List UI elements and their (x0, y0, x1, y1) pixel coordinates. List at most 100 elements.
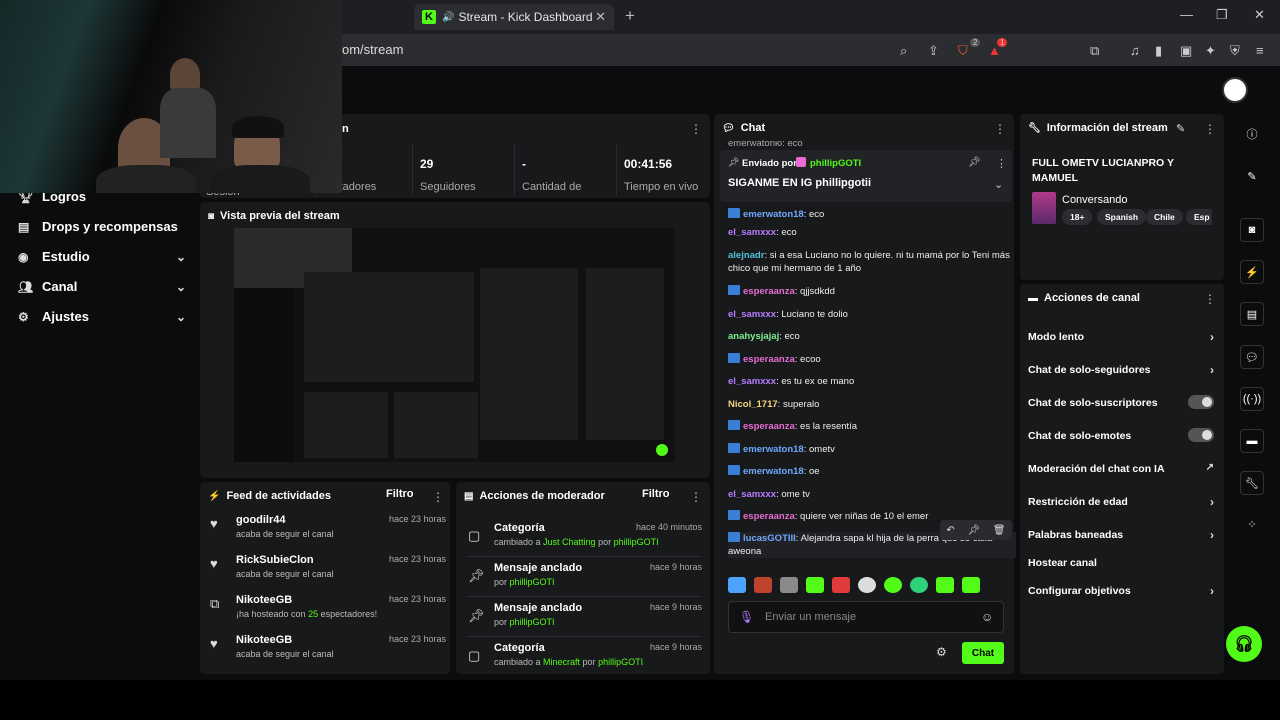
chat-username[interactable]: emerwaton18 (743, 444, 804, 455)
action-host-channel[interactable]: Hostear canal (1028, 557, 1214, 569)
chat-message[interactable]: esperaanza: ecoo (728, 353, 1016, 366)
close-window-icon[interactable]: ✕ (1254, 7, 1265, 23)
category-thumbnail[interactable] (1032, 192, 1056, 224)
emotes-only-toggle[interactable] (1188, 428, 1214, 442)
nav-item-canal[interactable]: 👥︎ Canal ⌄ (18, 279, 186, 294)
zoom-icon[interactable]: ⌕ (900, 43, 907, 59)
url-text[interactable]: om/stream (342, 42, 403, 57)
chat-message[interactable]: alejnadr: si a esa Luciano no lo quiere.… (728, 249, 1016, 275)
chat-username[interactable]: alejnadr (728, 250, 764, 261)
emoji-icon[interactable]: ☺ (981, 610, 993, 624)
chat-message[interactable]: Nicol_1717: superalo (728, 398, 1016, 411)
emote-icon[interactable] (962, 577, 980, 593)
edit-icon[interactable]: ✎ (1240, 164, 1264, 188)
chat-username[interactable]: el_samxxx (728, 309, 776, 320)
action-slow-mode[interactable]: Modo lento › (1028, 330, 1214, 344)
kebab-menu-icon[interactable]: ⋮ (994, 122, 1006, 136)
chat-message[interactable]: esperaanza: es la resentía (728, 420, 1016, 433)
help-headset-button[interactable]: 🎧︎ (1226, 626, 1262, 662)
activity-filter-button[interactable]: Filtro (386, 488, 414, 500)
camera-icon[interactable]: ◙ (1240, 218, 1264, 242)
category-name[interactable]: Conversando (1062, 194, 1127, 206)
activity-user[interactable]: NikoteeGB (236, 594, 292, 606)
activity-user[interactable]: RickSubieClon (236, 554, 314, 566)
browser-tab[interactable]: K 🔊 Stream - Kick Dashboard ✕ (414, 4, 614, 30)
chevron-down-icon[interactable]: ⌄ (994, 178, 1003, 191)
leo-icon[interactable]: ✦ (1205, 43, 1216, 59)
chat-username[interactable]: emerwaton18 (743, 466, 804, 477)
subscribers-only-toggle[interactable] (1188, 395, 1214, 409)
nav-item-ajustes[interactable]: ⚙ Ajustes ⌄ (18, 309, 186, 324)
emote-icon[interactable] (858, 577, 876, 593)
stream-preview-video[interactable] (234, 228, 675, 462)
moderator-filter-button[interactable]: Filtro (642, 488, 670, 500)
chat-username[interactable]: lucasGOTIII (743, 533, 796, 544)
share-icon[interactable]: ⇪ (928, 43, 939, 59)
pin-icon[interactable]: 📌︎ (967, 525, 980, 536)
brave-shield-icon[interactable]: ⛉ (958, 43, 968, 59)
chat-message[interactable]: el_samxxx: es tu ex oe mano (728, 375, 1016, 388)
music-icon[interactable]: ♫ (1130, 43, 1140, 58)
mod-desc-category[interactable]: Just Chatting (543, 537, 596, 547)
lightning-icon[interactable]: ⚡ (1240, 260, 1264, 284)
chat-username[interactable]: anahysjajaj (728, 331, 779, 342)
mod-desc-user[interactable]: phillipGOTI (598, 657, 643, 667)
minimize-icon[interactable]: — (1180, 7, 1193, 22)
reply-icon[interactable]: ↶ (946, 525, 954, 536)
pinned-by-user[interactable]: phillipGOTI (810, 158, 861, 169)
chat-message[interactable]: emerwaton18: ometv (728, 443, 1016, 456)
tag[interactable]: 18+ (1062, 209, 1093, 225)
window-icon[interactable]: ▬ (1240, 429, 1264, 453)
wrench-icon[interactable]: 🔧︎ (1240, 471, 1264, 495)
chat-username[interactable]: el_samxxx (728, 376, 776, 387)
chat-username[interactable]: esperaanza (743, 354, 795, 365)
action-age-restriction[interactable]: Restricción de edad › (1028, 495, 1214, 509)
sidebar-icon[interactable]: ▮ (1155, 43, 1162, 59)
user-avatar[interactable] (1222, 77, 1248, 103)
chat-message[interactable]: emerwaton18: oe (728, 465, 1016, 478)
screenshot-icon[interactable]: ⧉ (1090, 43, 1099, 59)
unpin-icon[interactable]: 📌︎ (968, 157, 981, 168)
chat-message[interactable]: el_samxxx: Luciano te dolio (728, 308, 1016, 321)
chat-username[interactable]: esperaanza (743, 286, 795, 297)
maximize-icon[interactable]: ❐ (1216, 7, 1228, 23)
chat-username[interactable]: el_samxxx (728, 227, 776, 238)
chat-username[interactable]: esperaanza (743, 511, 795, 522)
chat-input[interactable]: 🎙︎ Enviar un mensaje ☺ (728, 601, 1004, 633)
chat-message[interactable]: anahysjajaj: eco (728, 330, 1016, 343)
nav-item-estudio[interactable]: ◉ Estudio ⌄ (18, 249, 186, 264)
chat-username[interactable]: Nicol_1717 (728, 399, 778, 410)
mod-desc-user[interactable]: phillipGOTI (510, 617, 555, 627)
settings-gear-icon[interactable]: ⚙ (936, 645, 947, 659)
kebab-menu-icon[interactable]: ⋮ (690, 122, 702, 136)
apps-icon[interactable]: ⁘ (1240, 512, 1264, 536)
chat-message[interactable]: esperaanza: qjjsdkdd (728, 285, 1016, 298)
activity-user[interactable]: goodilr44 (236, 514, 286, 526)
tag[interactable]: Chile (1146, 209, 1183, 225)
edit-icon[interactable]: ✎ (1176, 122, 1185, 135)
emote-icon[interactable] (806, 577, 824, 593)
send-chat-button[interactable]: Chat (962, 642, 1004, 664)
emote-icon[interactable] (936, 577, 954, 593)
pinned-message[interactable]: 📌︎ Enviado por phillipGOTI 📌︎ ⋮ SIGANME … (720, 150, 1012, 202)
nav-item-drops[interactable]: ▤ Drops y recompensas (18, 219, 186, 234)
document-icon[interactable]: ▤ (1240, 302, 1264, 326)
chat-username[interactable]: el_samxxx (728, 489, 776, 500)
action-followers-only[interactable]: Chat de solo-seguidores › (1028, 363, 1214, 377)
delete-icon[interactable]: 🗑︎ (993, 525, 1006, 536)
action-banned-words[interactable]: Palabras baneadas › (1028, 528, 1214, 542)
tag[interactable]: Spanish (1097, 209, 1147, 225)
chat-message[interactable]: el_samxxx: eco (728, 226, 1016, 239)
kebab-menu-icon[interactable]: ⋮ (690, 490, 702, 504)
kebab-menu-icon[interactable]: ⋮ (1204, 292, 1216, 306)
tag[interactable]: Esp (1186, 209, 1212, 225)
close-tab-icon[interactable]: ✕ (595, 9, 606, 25)
kebab-menu-icon[interactable]: ⋮ (432, 490, 444, 504)
action-ai-moderation[interactable]: Moderación del chat con IA ↗ (1028, 462, 1214, 475)
broadcast-icon[interactable]: ((·)) (1240, 387, 1264, 411)
kebab-menu-icon[interactable]: ⋮ (1204, 122, 1216, 136)
emote-icon[interactable] (780, 577, 798, 593)
microphone-icon[interactable]: 🎙︎ (739, 610, 754, 624)
wallet-icon[interactable]: ▣ (1180, 43, 1192, 59)
menu-icon[interactable]: ≡ (1256, 43, 1264, 58)
